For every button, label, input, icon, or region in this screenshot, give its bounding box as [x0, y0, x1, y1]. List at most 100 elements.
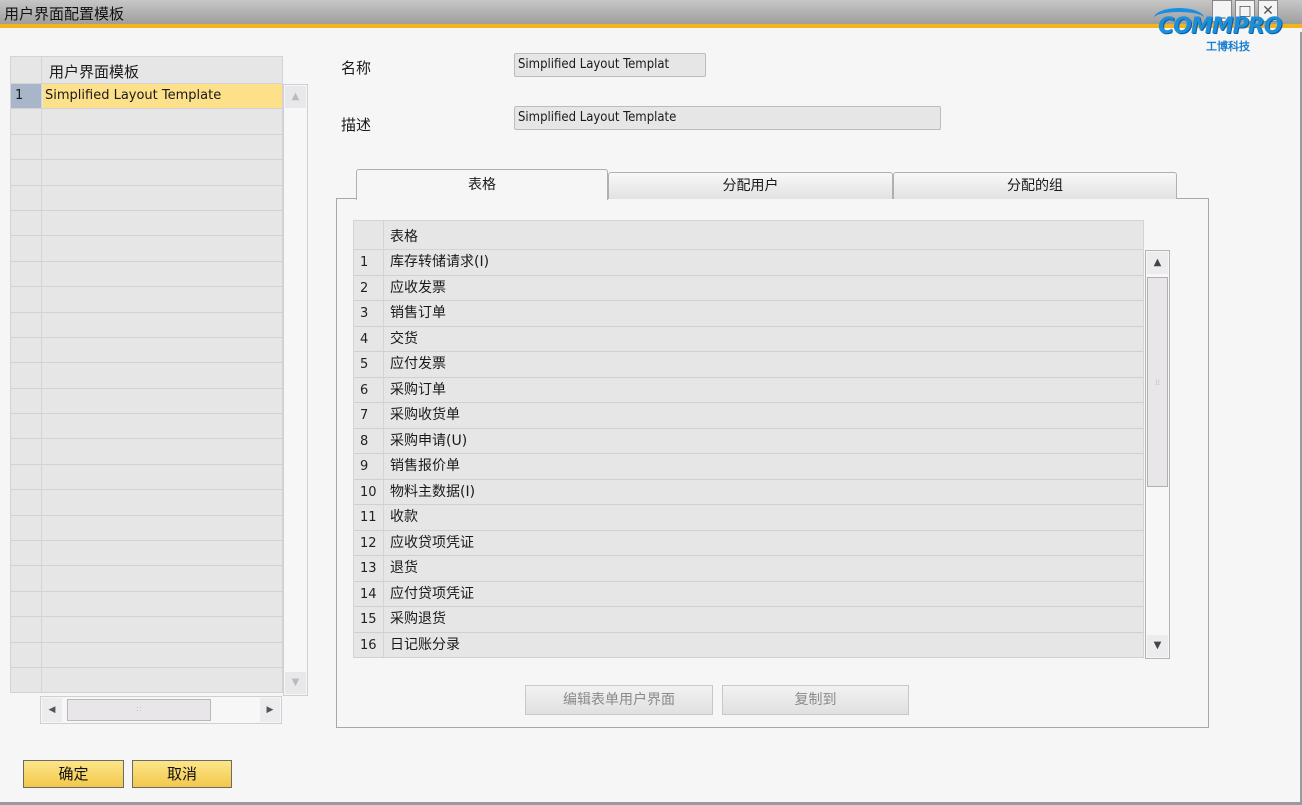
empty-template-row[interactable] — [10, 109, 283, 135]
empty-template-row[interactable] — [10, 541, 283, 567]
template-name[interactable] — [43, 262, 282, 286]
template-name[interactable] — [43, 135, 282, 159]
template-name[interactable] — [43, 414, 282, 438]
template-name[interactable] — [43, 287, 282, 311]
empty-template-row[interactable] — [10, 566, 283, 592]
form-row[interactable]: 10 物料主数据(I) — [353, 479, 1144, 505]
form-name[interactable]: 销售订单 — [390, 301, 446, 326]
form-name[interactable]: 应收发票 — [390, 276, 446, 301]
form-name[interactable]: 应付发票 — [390, 352, 446, 377]
form-row[interactable]: 15 采购退货 — [353, 607, 1144, 633]
template-name[interactable] — [43, 338, 282, 362]
form-name[interactable]: 应收贷项凭证 — [390, 531, 474, 556]
empty-template-row[interactable] — [10, 464, 283, 491]
form-name[interactable]: 应付贷项凭证 — [390, 582, 474, 607]
empty-template-row[interactable] — [10, 287, 283, 313]
form-name[interactable]: 交货 — [390, 327, 418, 352]
form-row[interactable]: 1 库存转储请求(I) — [353, 250, 1144, 276]
empty-template-row[interactable] — [10, 642, 283, 668]
templates-column-header[interactable]: 用户界面模板 — [49, 61, 139, 82]
form-row[interactable]: 4 交货 — [353, 326, 1144, 352]
template-name[interactable] — [43, 389, 282, 413]
form-row[interactable]: 14 应付贷项凭证 — [353, 581, 1144, 607]
scroll-up-icon[interactable]: ▲ — [1147, 252, 1168, 274]
scroll-right-icon[interactable]: ▶ — [260, 698, 280, 722]
form-name[interactable]: 采购退货 — [390, 607, 446, 632]
tab-assigned-users[interactable]: 分配用户 — [608, 172, 893, 199]
template-name[interactable] — [43, 490, 282, 514]
empty-template-row[interactable] — [10, 160, 283, 186]
form-name[interactable]: 采购申请(U) — [390, 429, 467, 454]
form-row[interactable]: 13 退货 — [353, 556, 1144, 582]
template-name[interactable] — [43, 541, 282, 565]
scroll-down-icon[interactable]: ▼ — [1147, 635, 1168, 657]
template-name[interactable] — [43, 211, 282, 235]
templates-vertical-scrollbar[interactable]: ▲ ▼ — [283, 84, 308, 696]
ok-button[interactable]: 确定 — [23, 760, 124, 788]
empty-template-row[interactable] — [10, 210, 283, 237]
cancel-button[interactable]: 取消 — [132, 760, 232, 788]
form-row[interactable]: 5 应付发票 — [353, 352, 1144, 378]
form-name[interactable]: 采购收货单 — [390, 403, 460, 428]
empty-template-row[interactable] — [10, 490, 283, 516]
empty-template-row[interactable] — [10, 414, 283, 440]
tab-forms[interactable]: 表格 — [356, 169, 608, 200]
scroll-thumb[interactable]: ∷ — [67, 699, 211, 721]
form-name[interactable]: 收款 — [390, 505, 418, 530]
form-name[interactable]: 物料主数据(I) — [390, 480, 475, 505]
template-name[interactable] — [43, 516, 282, 540]
empty-template-row[interactable] — [10, 439, 283, 465]
form-row[interactable]: 16 日记账分录 — [353, 632, 1144, 658]
forms-vertical-scrollbar[interactable]: ▲ ⁞⁞ ▼ — [1145, 250, 1170, 659]
template-row[interactable]: 1 Simplified Layout Template — [10, 84, 283, 110]
template-name[interactable] — [43, 160, 282, 184]
form-name[interactable]: 销售报价单 — [390, 454, 460, 479]
templates-horizontal-scrollbar[interactable]: ◀ ∷ ▶ — [40, 696, 282, 724]
empty-template-row[interactable] — [10, 591, 283, 618]
empty-template-row[interactable] — [10, 515, 283, 542]
description-field[interactable]: Simplified Layout Template — [514, 106, 941, 130]
tab-assigned-groups[interactable]: 分配的组 — [893, 172, 1177, 199]
empty-template-row[interactable] — [10, 185, 283, 211]
form-name[interactable]: 退货 — [390, 556, 418, 581]
edit-form-ui-button[interactable]: 编辑表单用户界面 — [525, 685, 713, 715]
empty-template-row[interactable] — [10, 236, 283, 262]
template-name[interactable] — [43, 363, 282, 387]
name-field[interactable]: Simplified Layout Templat — [514, 53, 706, 77]
template-name[interactable] — [43, 236, 282, 260]
template-name[interactable] — [43, 617, 282, 641]
form-row[interactable]: 3 销售订单 — [353, 301, 1144, 327]
empty-template-row[interactable] — [10, 617, 283, 643]
scroll-up-icon[interactable]: ▲ — [285, 86, 306, 108]
empty-template-row[interactable] — [10, 667, 283, 694]
empty-template-row[interactable] — [10, 261, 283, 288]
form-row[interactable]: 7 采购收货单 — [353, 403, 1144, 429]
forms-column-header[interactable]: 表格 — [390, 226, 418, 246]
form-name[interactable]: 采购订单 — [390, 378, 446, 403]
template-name[interactable] — [43, 566, 282, 590]
template-name[interactable] — [43, 439, 282, 463]
form-row[interactable]: 6 采购订单 — [353, 377, 1144, 403]
form-row[interactable]: 9 销售报价单 — [353, 454, 1144, 480]
template-name[interactable] — [43, 186, 282, 210]
form-row[interactable]: 12 应收贷项凭证 — [353, 530, 1144, 556]
template-name[interactable] — [43, 313, 282, 337]
form-name[interactable]: 库存转储请求(I) — [390, 250, 489, 275]
form-row[interactable]: 8 采购申请(U) — [353, 428, 1144, 454]
empty-template-row[interactable] — [10, 312, 283, 338]
empty-template-row[interactable] — [10, 388, 283, 415]
empty-template-row[interactable] — [10, 134, 283, 161]
copy-to-button[interactable]: 复制到 — [722, 685, 909, 715]
empty-template-row[interactable] — [10, 337, 283, 364]
form-name[interactable]: 日记账分录 — [390, 633, 460, 658]
empty-template-row[interactable] — [10, 363, 283, 389]
template-name[interactable] — [43, 592, 282, 616]
template-name[interactable] — [43, 643, 282, 667]
scroll-down-icon[interactable]: ▼ — [285, 672, 306, 694]
template-name[interactable] — [43, 465, 282, 489]
template-name[interactable] — [43, 668, 282, 692]
form-row[interactable]: 11 收款 — [353, 505, 1144, 531]
template-name[interactable] — [43, 109, 282, 133]
form-row[interactable]: 2 应收发票 — [353, 275, 1144, 301]
scroll-thumb[interactable]: ⁞⁞ — [1147, 277, 1168, 487]
